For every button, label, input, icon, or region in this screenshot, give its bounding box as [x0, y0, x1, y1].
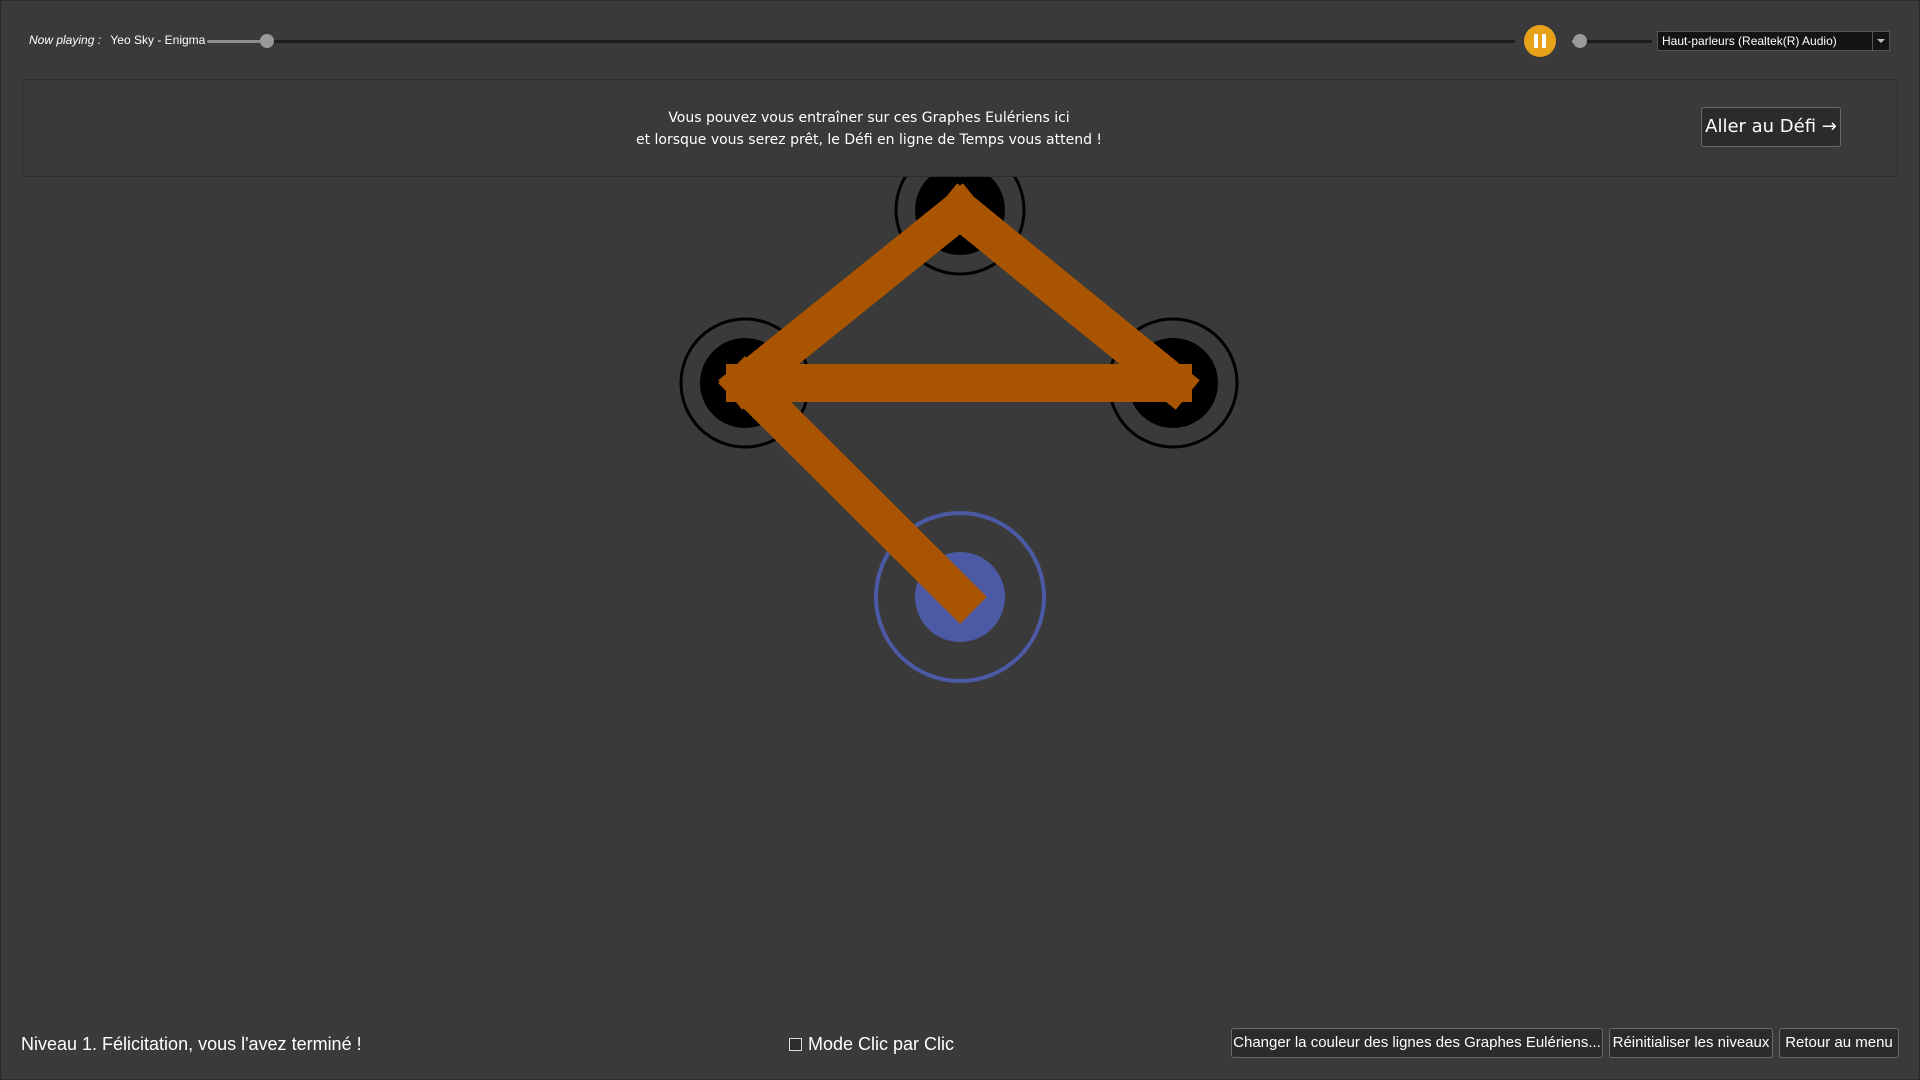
- back-to-menu-button[interactable]: Retour au menu: [1779, 1028, 1899, 1058]
- graph-edge-top-right: [960, 210, 1173, 383]
- seek-slider-fill: [207, 40, 267, 43]
- click-mode-checkbox[interactable]: [789, 1038, 802, 1051]
- now-playing: Now playing : Yeo Sky - Enigma: [29, 33, 205, 47]
- audio-output-select[interactable]: Haut-parleurs (Realtek(R) Audio): [1657, 31, 1890, 51]
- banner-message: Vous pouvez vous entraîner sur ces Graph…: [23, 107, 1715, 151]
- banner-line-2: et lorsque vous serez prêt, le Défi en l…: [23, 129, 1715, 151]
- seek-slider[interactable]: [207, 40, 1515, 43]
- graph-edge-left-bottom: [745, 383, 960, 597]
- music-player-bar: Now playing : Yeo Sky - Enigma Haut-parl…: [0, 0, 1920, 80]
- info-banner: Vous pouvez vous entraîner sur ces Graph…: [22, 79, 1898, 177]
- pause-icon: [1532, 34, 1548, 48]
- graph-edge-top-left: [745, 210, 960, 383]
- now-playing-label: Now playing :: [29, 33, 101, 47]
- change-line-color-button[interactable]: Changer la couleur des lignes des Graphe…: [1231, 1028, 1603, 1058]
- level-status: Niveau 1. Félicitation, vous l'avez term…: [21, 1034, 362, 1055]
- track-title: Yeo Sky - Enigma: [110, 33, 205, 47]
- volume-slider-handle[interactable]: [1573, 34, 1587, 48]
- chevron-down-icon[interactable]: [1872, 32, 1889, 50]
- reset-levels-button[interactable]: Réinitialiser les niveaux: [1609, 1028, 1773, 1058]
- audio-output-value: Haut-parleurs (Realtek(R) Audio): [1662, 34, 1837, 48]
- banner-line-1: Vous pouvez vous entraîner sur ces Graph…: [23, 107, 1715, 129]
- pause-button[interactable]: [1524, 25, 1556, 57]
- click-mode-toggle[interactable]: Mode Clic par Clic: [789, 1034, 954, 1055]
- seek-slider-handle[interactable]: [260, 34, 274, 48]
- volume-slider[interactable]: [1572, 40, 1652, 43]
- click-mode-label: Mode Clic par Clic: [808, 1034, 954, 1055]
- go-to-challenge-button[interactable]: Aller au Défi →: [1701, 107, 1841, 147]
